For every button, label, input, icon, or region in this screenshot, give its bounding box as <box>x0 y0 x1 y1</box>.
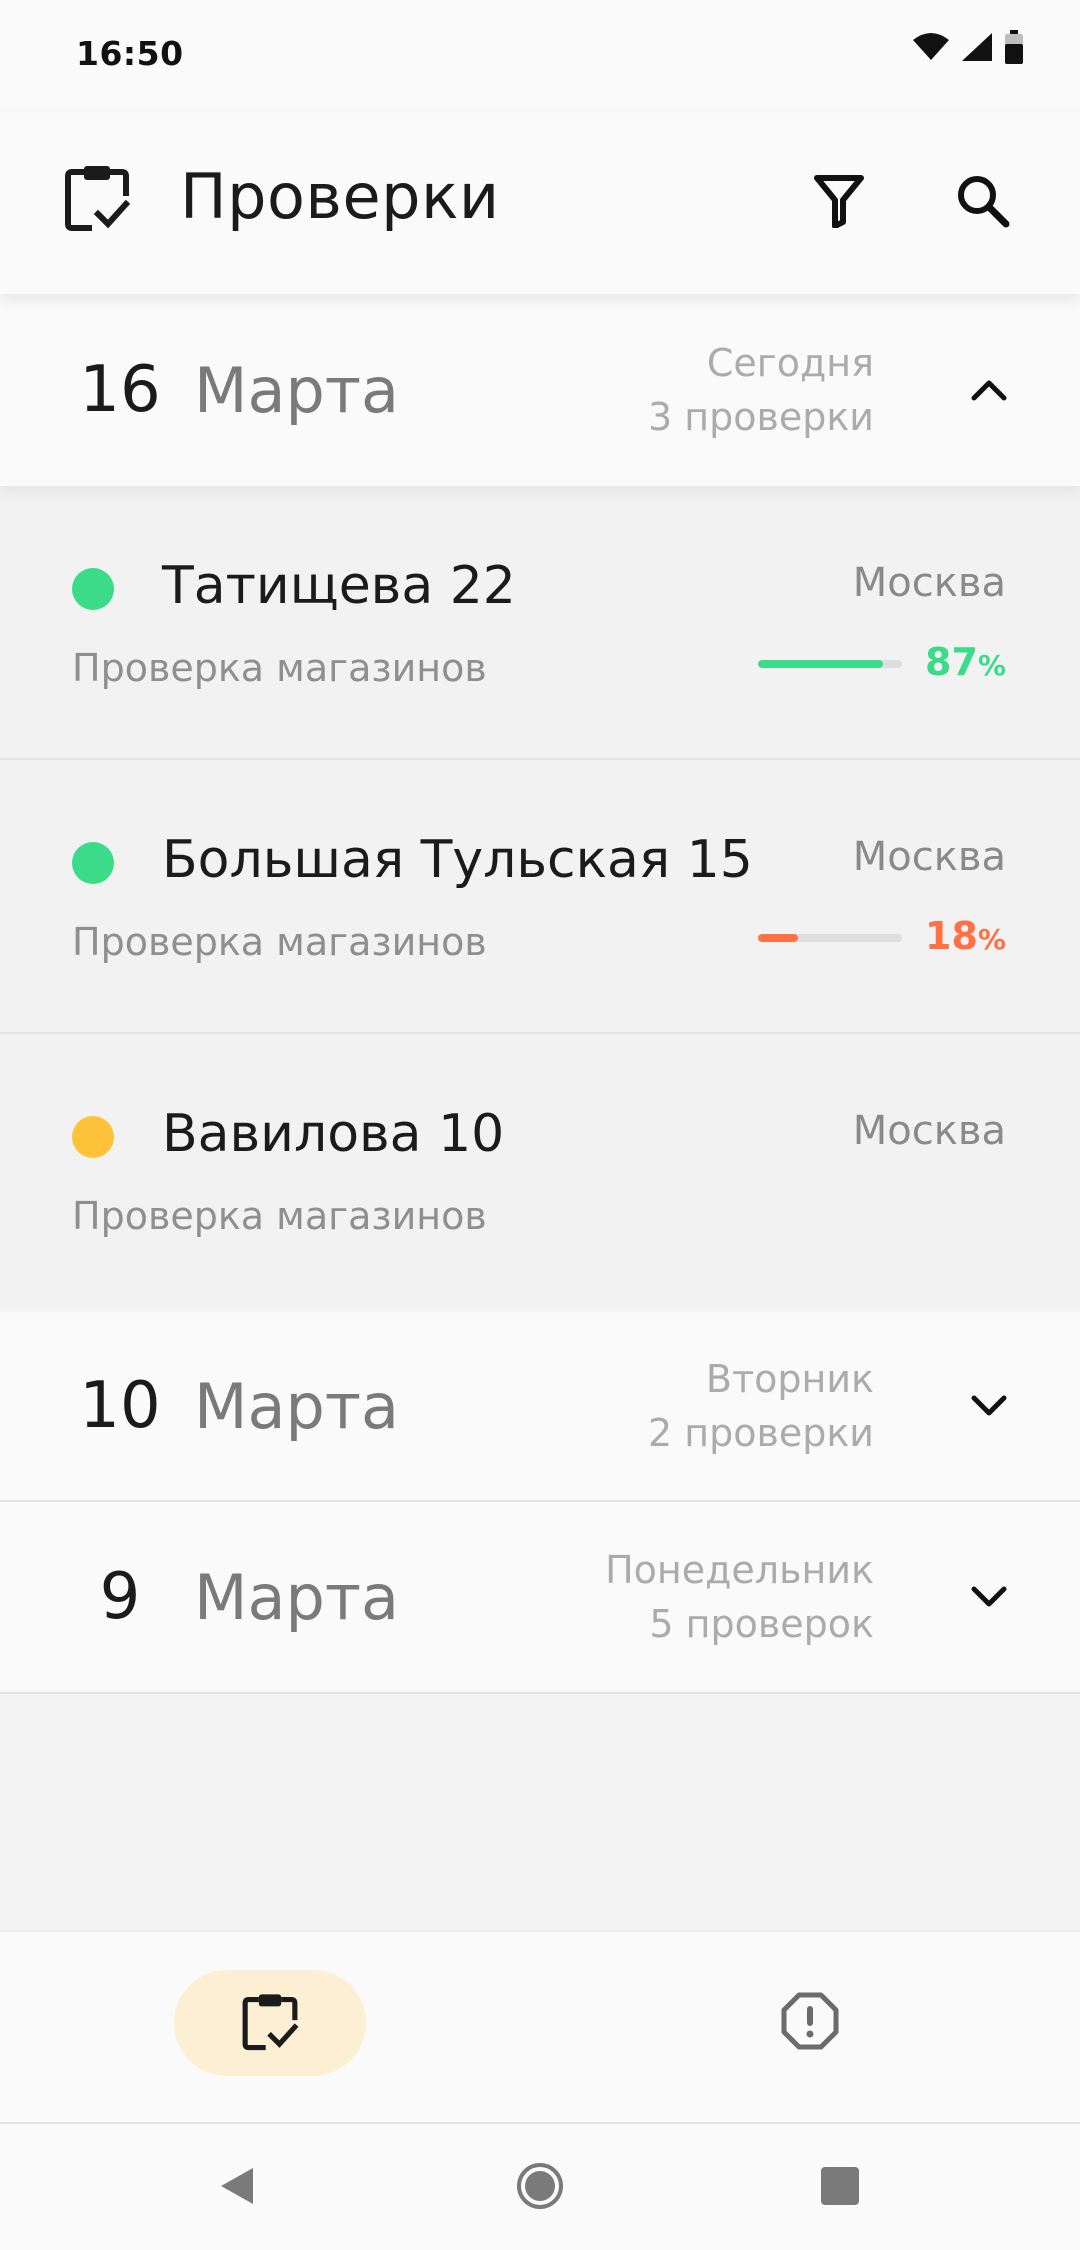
clipboard-check-icon <box>64 162 131 232</box>
day-number: 10 <box>79 1369 161 1443</box>
progress-fill <box>758 934 799 942</box>
progress-bar <box>758 660 902 668</box>
search-button[interactable] <box>948 168 1018 238</box>
alert-octagon-icon <box>781 1992 839 2054</box>
wifi-icon <box>912 32 950 66</box>
nav-checks[interactable] <box>174 1970 366 2076</box>
chevron-down-icon[interactable] <box>970 1312 1008 1500</box>
inspection-city: Москва <box>852 1108 1006 1154</box>
status-bar: 16:50 <box>0 0 1080 112</box>
battery-icon <box>1004 30 1024 68</box>
day-month: Марта <box>194 353 399 427</box>
day-meta: Сегодня 3 проверки <box>648 294 874 486</box>
day-month: Марта <box>194 1369 399 1443</box>
day-number: 16 <box>79 353 161 427</box>
clipboard-check-icon <box>241 1991 299 2055</box>
search-icon <box>956 174 1010 232</box>
app-screen: 16:50 Проверки 16 Марта Сегодня 3 провер… <box>0 0 1080 2250</box>
inspection-city: Москва <box>852 834 1006 880</box>
inspection-address: Большая Тульская 15 <box>162 830 753 890</box>
progress-value: 87% <box>925 640 1006 684</box>
status-icons <box>912 30 1024 68</box>
inspection-address: Татищева 22 <box>162 556 516 616</box>
progress-value: 18% <box>925 914 1006 958</box>
signal-icon <box>960 31 994 67</box>
progress-unit: % <box>977 649 1006 682</box>
back-icon[interactable] <box>206 2156 266 2216</box>
day-meta: Понедельник 5 проверок <box>605 1502 874 1692</box>
progress-number: 18 <box>925 914 978 958</box>
inspection-type: Проверка магазинов <box>72 646 487 690</box>
progress-fill <box>758 660 884 668</box>
inspection-type: Проверка магазинов <box>72 1194 487 1238</box>
day-group-header[interactable]: 16 Марта Сегодня 3 проверки <box>0 294 1080 486</box>
chevron-up-icon[interactable] <box>970 294 1008 486</box>
system-navigation-bar <box>0 2124 1080 2250</box>
day-month: Марта <box>194 1560 399 1634</box>
status-time: 16:50 <box>76 34 184 73</box>
status-dot <box>72 1116 114 1158</box>
recent-apps-icon[interactable] <box>810 2156 870 2216</box>
day-weekday: Понедельник <box>605 1548 874 1592</box>
nav-issues[interactable] <box>714 1970 906 2076</box>
status-dot <box>72 842 114 884</box>
status-dot <box>72 568 114 610</box>
app-bar: Проверки <box>0 112 1080 294</box>
filter-button[interactable] <box>804 168 874 238</box>
inspection-type: Проверка магазинов <box>72 920 487 964</box>
day-count: 5 проверок <box>649 1602 874 1646</box>
day-number: 9 <box>99 1560 141 1634</box>
inspection-address: Вавилова 10 <box>162 1104 505 1164</box>
bottom-navigation <box>0 1930 1080 2124</box>
day-group-header[interactable]: 10 Марта Вторник 2 проверки <box>0 1312 1080 1502</box>
page-title: Проверки <box>180 160 500 233</box>
day-weekday: Сегодня <box>706 341 874 385</box>
day-weekday: Вторник <box>705 1357 874 1401</box>
progress-bar <box>758 934 902 942</box>
filter-icon <box>813 174 865 232</box>
progress-number: 87 <box>925 640 978 684</box>
day-count: 3 проверки <box>647 395 874 439</box>
inspection-item[interactable]: Вавилова 10 Москва Проверка магазинов <box>0 1034 1080 1308</box>
inspection-item[interactable]: Большая Тульская 15 Москва Проверка мага… <box>0 760 1080 1034</box>
day-count: 2 проверки <box>647 1411 874 1455</box>
home-icon[interactable] <box>510 2156 570 2216</box>
chevron-down-icon[interactable] <box>970 1502 1008 1692</box>
day-meta: Вторник 2 проверки <box>648 1312 874 1500</box>
inspection-item[interactable]: Татищева 22 Москва Проверка магазинов 87… <box>0 486 1080 760</box>
inspection-city: Москва <box>852 560 1006 606</box>
day-group-header[interactable]: 9 Марта Понедельник 5 проверок <box>0 1502 1080 1694</box>
progress-unit: % <box>977 923 1006 956</box>
